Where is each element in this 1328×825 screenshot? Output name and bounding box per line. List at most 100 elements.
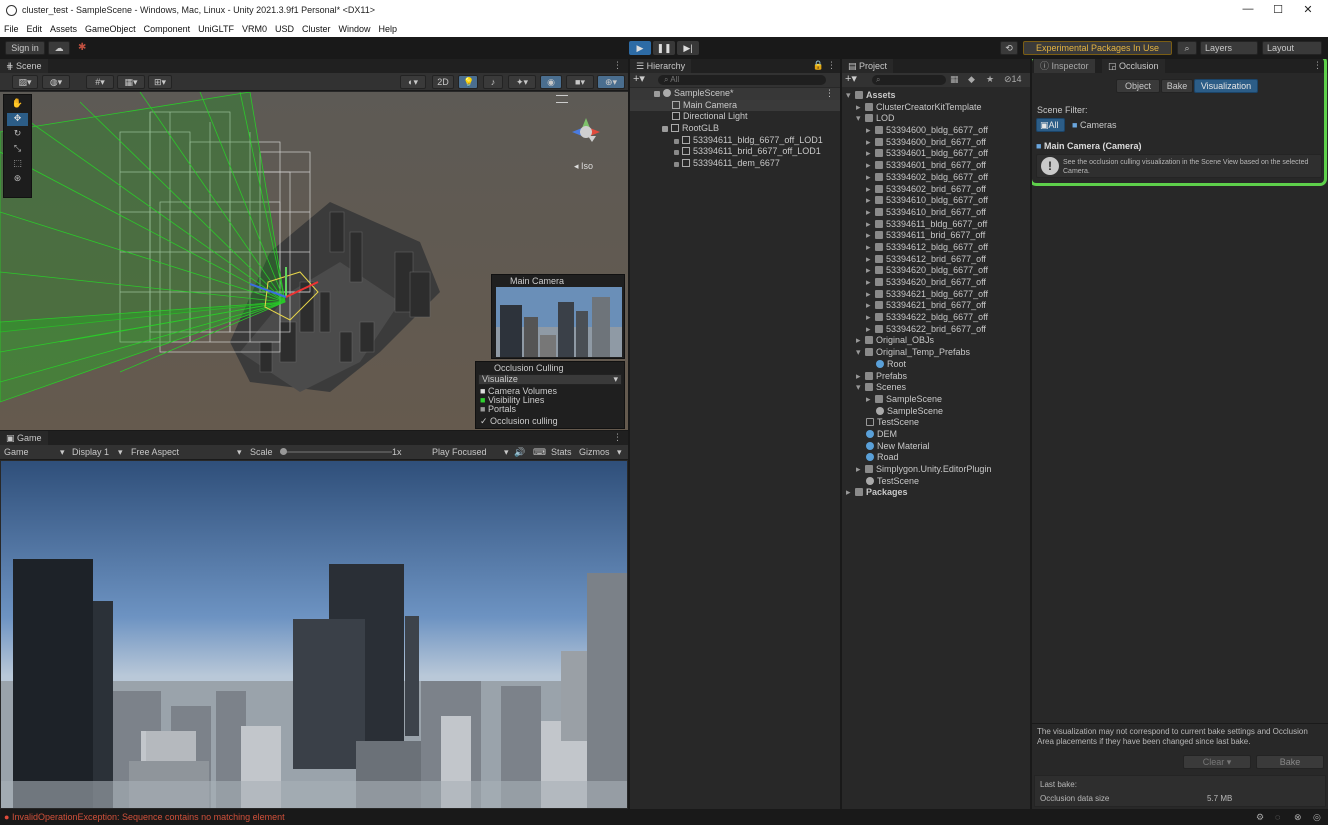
project-item[interactable]: TestScene — [842, 476, 1030, 488]
project-item[interactable]: ▸ 53394620_bldg_6677_off — [842, 265, 1030, 277]
project-item[interactable]: ▸ SampleScene — [842, 394, 1030, 406]
gizmos-dropdown[interactable]: Gizmos ▾ — [579, 445, 625, 460]
status-error-text[interactable]: InvalidOperationException: Sequence cont… — [12, 812, 285, 822]
experimental-packages-dropdown[interactable]: Experimental Packages In Use — [1023, 41, 1172, 55]
bake-button[interactable]: Bake — [1256, 755, 1324, 769]
project-item[interactable]: DEM — [842, 429, 1030, 441]
project-item[interactable]: ▸ 53394611_brid_6677_off — [842, 230, 1030, 242]
snap-icon[interactable]: #▾ — [86, 75, 114, 89]
hierarchy-item[interactable]: 53394611_dem_6677 — [630, 158, 840, 170]
gizmos-icon[interactable]: ⊕▾ — [597, 75, 625, 89]
display-dropdown[interactable]: Display 1 ▾ — [72, 445, 124, 460]
draw-mode-icon[interactable]: ▨▾ — [12, 75, 38, 89]
increment-icon[interactable]: ⊞▾ — [148, 75, 172, 89]
project-item[interactable]: ▸ 53394621_brid_6677_off — [842, 300, 1030, 312]
project-item[interactable]: Road — [842, 452, 1030, 464]
play-button[interactable]: ▶ — [629, 41, 651, 55]
play-focused-dropdown[interactable]: Play Focused ▾ — [432, 445, 510, 460]
project-item[interactable]: ▸ Packages — [842, 487, 1030, 499]
2d-toggle[interactable]: 2D — [432, 75, 454, 89]
project-item[interactable]: ▾ Assets — [842, 90, 1030, 102]
menu-assets[interactable]: Assets — [46, 22, 81, 37]
game-more-icon[interactable]: ⋮ — [613, 432, 622, 443]
project-item[interactable]: ▸ Prefabs — [842, 371, 1030, 383]
debug-icon[interactable]: ⚙ — [1256, 809, 1264, 825]
rotate-tool-icon[interactable]: ↻ — [7, 128, 28, 141]
pause-button[interactable]: ❚❚ — [653, 41, 675, 55]
maximize-icon[interactable]: ☐ — [1268, 3, 1288, 18]
audio-icon[interactable]: ♪ — [483, 75, 503, 89]
scale-slider-handle[interactable] — [280, 448, 287, 455]
rect-tool-icon[interactable]: ⬚ — [7, 158, 28, 171]
close-icon[interactable]: ✕ — [1298, 3, 1318, 18]
tab-scene[interactable]: ⋕ Scene — [0, 59, 48, 73]
visibility-icon[interactable]: ◉ — [540, 75, 562, 89]
aspect-dropdown[interactable]: Free Aspect ▾ — [131, 445, 245, 460]
step-button[interactable]: ▶| — [677, 41, 699, 55]
project-item[interactable]: ▸ 53394612_brid_6677_off — [842, 254, 1030, 266]
project-item[interactable]: ▸ 53394601_brid_6677_off — [842, 160, 1030, 172]
hand-tool-icon[interactable]: ✋ — [7, 98, 28, 111]
menu-usd[interactable]: USD — [271, 22, 298, 37]
hierarchy-search-input[interactable]: ⌕ All — [658, 75, 826, 85]
move-tool-icon[interactable]: ✥ — [7, 113, 28, 126]
menu-edit[interactable]: Edit — [23, 22, 47, 37]
project-item[interactable]: ▸ ClusterCreatorKitTemplate — [842, 102, 1030, 114]
cloud-icon[interactable]: ☁ — [48, 41, 70, 55]
project-search-input[interactable]: ⌕ — [872, 75, 946, 85]
game-view[interactable] — [1, 461, 627, 808]
menu-gameobject[interactable]: GameObject — [81, 22, 140, 37]
scene-viewport[interactable]: ◂ Iso ✋ ✥ ↻ ⤡ ⬚ ⊛ Main Camera Occlusion … — [0, 92, 628, 430]
transform-tool-icon[interactable]: ⊛ — [7, 173, 28, 186]
hierarchy-add-button[interactable]: +▾ — [633, 73, 645, 86]
history-icon[interactable]: ⟲ — [1000, 41, 1018, 55]
clear-button[interactable]: Clear ▾ — [1183, 755, 1251, 769]
project-item[interactable]: ▸ 53394610_bldg_6677_off — [842, 195, 1030, 207]
project-item[interactable]: TestScene — [842, 417, 1030, 429]
tab-game[interactable]: ▣ Game — [0, 431, 48, 445]
menu-file[interactable]: File — [0, 22, 23, 37]
search-by-type-icon[interactable]: ▦ — [950, 74, 959, 85]
project-item[interactable]: ▸ 53394602_brid_6677_off — [842, 184, 1030, 196]
project-item[interactable]: ▸ 53394601_bldg_6677_off — [842, 148, 1030, 160]
menu-vrm0[interactable]: VRM0 — [238, 22, 271, 37]
hierarchy-lock-icon[interactable]: 🔒 — [813, 60, 824, 71]
project-item[interactable]: ▸ 53394611_bldg_6677_off — [842, 219, 1030, 231]
project-item[interactable]: ▸ 53394602_bldg_6677_off — [842, 172, 1030, 184]
project-item[interactable]: ▸ 53394622_bldg_6677_off — [842, 312, 1030, 324]
project-item[interactable]: SampleScene — [842, 406, 1030, 418]
menu-unigltf[interactable]: UniGLTF — [194, 22, 238, 37]
camera-icon[interactable]: ■▾ — [566, 75, 594, 89]
hierarchy-item[interactable]: Directional Light — [630, 111, 840, 123]
stats-button[interactable]: Stats — [551, 445, 572, 460]
occlusion-culling-checkbox[interactable]: ✓ Occlusion culling — [480, 416, 558, 426]
game-mode-dropdown[interactable]: Game ▾ — [4, 445, 65, 460]
hierarchy-item[interactable]: 53394611_bldg_6677_off_LOD1 — [630, 135, 840, 147]
menu-cluster[interactable]: Cluster — [298, 22, 335, 37]
project-item[interactable]: ▸ 53394612_bldg_6677_off — [842, 242, 1030, 254]
hierarchy-item[interactable]: 53394611_brid_6677_off_LOD1 — [630, 146, 840, 158]
project-item[interactable]: ▸ Simplygon.Unity.EditorPlugin — [842, 464, 1030, 476]
menu-window[interactable]: Window — [335, 22, 375, 37]
project-item[interactable]: ▸ 53394622_brid_6677_off — [842, 324, 1030, 336]
keyboard-icon[interactable]: ⌨ — [533, 445, 546, 460]
collab-icon[interactable]: ✱ — [78, 42, 86, 53]
hierarchy-more-icon[interactable]: ⋮ — [827, 60, 836, 71]
layout-dropdown[interactable]: Layout — [1262, 41, 1322, 55]
mute-icon[interactable]: 🔊 — [514, 445, 525, 460]
light-icon[interactable]: 💡 — [458, 75, 478, 89]
project-item[interactable]: ▸ 53394600_brid_6677_off — [842, 137, 1030, 149]
scale-slider[interactable] — [280, 448, 392, 455]
shading-icon[interactable]: ◐▾ — [400, 75, 426, 89]
project-item[interactable]: ▸ 53394621_bldg_6677_off — [842, 289, 1030, 301]
menu-component[interactable]: Component — [140, 22, 195, 37]
projection-label[interactable]: ◂ Iso — [574, 161, 593, 172]
grid-icon[interactable]: ▦▾ — [117, 75, 145, 89]
hidden-packages-count[interactable]: ⊘14 — [1004, 74, 1022, 85]
tab-project[interactable]: ▤ Project — [842, 59, 894, 73]
sign-in-button[interactable]: Sign in — [5, 41, 45, 55]
project-item[interactable]: ▸ 53394620_brid_6677_off — [842, 277, 1030, 289]
notifications-icon[interactable]: ◎ — [1313, 809, 1321, 825]
occlusion-mode-dropdown[interactable]: Visualize ▾ — [478, 374, 622, 385]
effects-icon[interactable]: ✦▾ — [508, 75, 536, 89]
